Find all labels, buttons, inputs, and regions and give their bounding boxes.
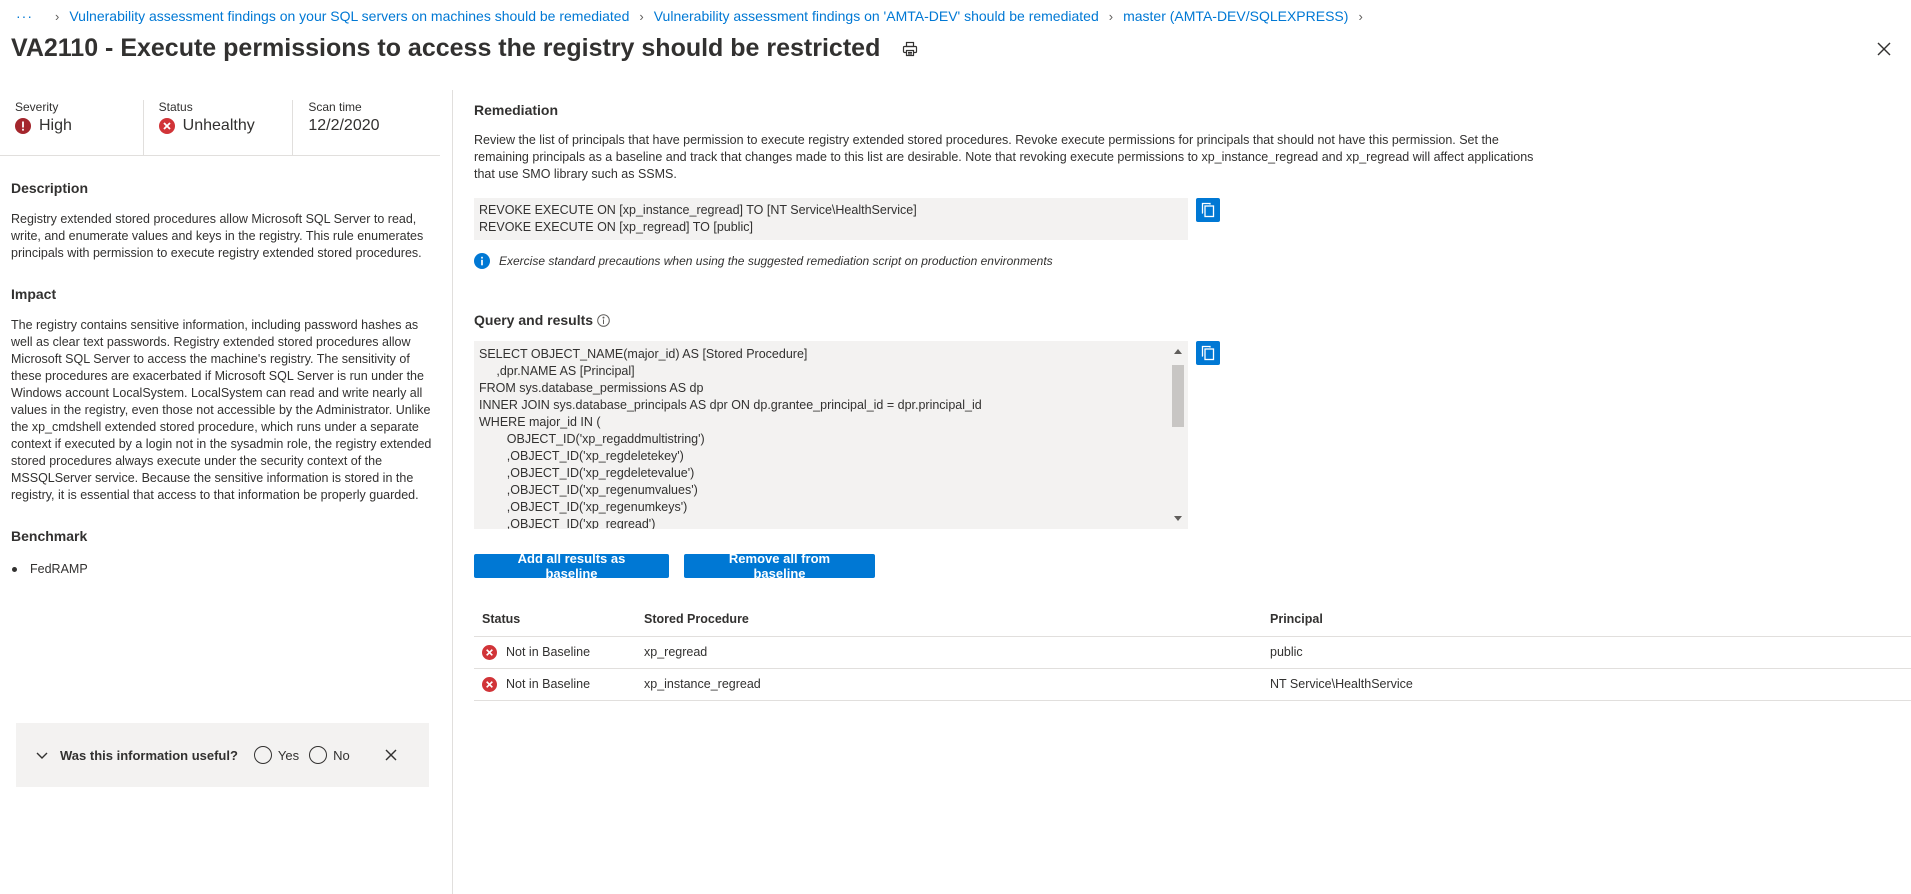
description-text: Registry extended stored procedures allo…	[11, 212, 424, 260]
scroll-up-icon[interactable]	[1174, 349, 1182, 354]
scan-time-value: 12/2/2020	[308, 117, 380, 134]
stored-procedure-cell: xp_regread	[644, 636, 1270, 669]
stored-procedure-cell: xp_instance_regread	[644, 668, 1270, 701]
column-header-stored-procedure[interactable]: Stored Procedure	[644, 602, 1270, 637]
info-icon	[474, 253, 490, 269]
table-header-row: Status Stored Procedure Principal	[474, 602, 1911, 637]
status-cell: Not in Baseline	[474, 636, 644, 669]
caution-note: Exercise standard precautions when using…	[474, 253, 1911, 269]
script-line: REVOKE EXECUTE ON [xp_regread] TO [publi…	[479, 220, 753, 234]
script-line: REVOKE EXECUTE ON [xp_instance_regread] …	[479, 203, 917, 217]
feedback-bar: Was this information useful? Yes No	[16, 723, 429, 787]
scan-time-summary: Scan time 12/2/2020	[292, 100, 440, 155]
info-icon[interactable]	[597, 313, 610, 327]
remediation-heading: Remediation	[474, 102, 559, 118]
query-row: SELECT OBJECT_NAME(major_id) AS [Stored …	[474, 341, 1911, 529]
title-row: VA2110 - Execute permissions to access t…	[11, 34, 918, 63]
close-icon[interactable]	[1873, 38, 1895, 60]
feedback-no-label[interactable]: No	[333, 748, 350, 763]
query-code-box[interactable]: SELECT OBJECT_NAME(major_id) AS [Stored …	[474, 341, 1188, 529]
benchmark-heading: Benchmark	[11, 528, 88, 544]
chevron-right-icon: ›	[1108, 8, 1114, 24]
impact-text: The registry contains sensitive informat…	[11, 318, 432, 502]
query-code: SELECT OBJECT_NAME(major_id) AS [Stored …	[479, 347, 982, 529]
severity-value-row: High	[15, 117, 143, 135]
copy-query-button[interactable]	[1196, 341, 1220, 365]
chevron-right-icon: ›	[55, 8, 60, 24]
summary-bar: Severity High Status Unhealthy Scan time…	[0, 90, 440, 156]
error-icon	[482, 644, 497, 660]
chevron-down-icon[interactable]	[36, 748, 48, 763]
add-all-baseline-button[interactable]: Add all results as baseline	[474, 551, 669, 581]
column-header-status[interactable]: Status	[474, 602, 644, 637]
status-summary: Status Unhealthy	[142, 100, 293, 155]
table-row[interactable]: Not in Baseline xp_instance_regread NT S…	[474, 668, 1911, 701]
feedback-no-radio[interactable]	[309, 746, 328, 764]
status-text: Not in Baseline	[506, 677, 591, 691]
table-row[interactable]: Not in Baseline xp_regread public	[474, 636, 1911, 669]
unhealthy-icon	[158, 118, 175, 134]
remove-all-baseline-button[interactable]: Remove all from baseline	[684, 551, 875, 581]
chevron-right-icon: ›	[639, 8, 644, 24]
page-title: VA2110 - Execute permissions to access t…	[11, 34, 881, 62]
status-cell-content: Not in Baseline	[482, 644, 644, 660]
breadcrumb: ··· › Vulnerability assessment findings …	[16, 8, 1373, 24]
query-scrollbar[interactable]	[1172, 345, 1184, 525]
scrollbar-thumb[interactable]	[1172, 365, 1184, 427]
breadcrumb-item-master-database[interactable]: master (AMTA-DEV/SQLEXPRESS)	[1123, 8, 1348, 24]
error-icon	[482, 676, 497, 692]
breadcrumb-more-button[interactable]: ···	[16, 8, 33, 24]
print-icon[interactable]	[902, 41, 918, 57]
breadcrumb-item-vulnerability-findings-amta-dev[interactable]: Vulnerability assessment findings on 'AM…	[654, 8, 1099, 24]
chevron-right-icon: ›	[1358, 8, 1363, 24]
bullet-icon	[12, 566, 17, 572]
benchmark-label: FedRAMP	[30, 562, 88, 576]
description-heading: Description	[11, 180, 89, 196]
feedback-question: Was this information useful?	[60, 747, 238, 763]
status-cell-content: Not in Baseline	[482, 676, 644, 692]
severity-label: Severity	[15, 100, 59, 114]
status-cell: Not in Baseline	[474, 668, 644, 701]
status-label: Status	[158, 100, 193, 114]
feedback-yes-label[interactable]: Yes	[278, 748, 299, 763]
baseline-actions: Add all results as baseline Remove all f…	[474, 551, 1911, 581]
caution-text: Exercise standard precautions when using…	[499, 254, 1053, 268]
results-table: Status Stored Procedure Principal Not in…	[474, 602, 1911, 701]
feedback-yes-radio[interactable]	[253, 746, 272, 764]
copy-script-button[interactable]	[1196, 198, 1220, 222]
column-header-principal[interactable]: Principal	[1270, 602, 1911, 637]
remediation-script-row: REVOKE EXECUTE ON [xp_instance_regread] …	[474, 198, 1911, 240]
principal-cell: NT Service\HealthService	[1270, 668, 1911, 701]
impact-heading: Impact	[11, 286, 57, 302]
breadcrumb-item-vulnerability-findings-sql[interactable]: Vulnerability assessment findings on you…	[69, 8, 629, 24]
principal-cell: public	[1270, 636, 1911, 669]
status-value-row: Unhealthy	[158, 117, 293, 135]
error-icon	[15, 118, 31, 134]
remediation-panel: Remediation Review the list of principal…	[474, 90, 1911, 701]
remediation-text: Review the list of principals that have …	[474, 133, 1534, 181]
remediation-script[interactable]: REVOKE EXECUTE ON [xp_instance_regread] …	[474, 198, 1188, 240]
scan-time-label: Scan time	[308, 100, 362, 114]
status-text: Not in Baseline	[506, 645, 591, 659]
query-heading: Query and results	[474, 312, 594, 328]
scroll-down-icon[interactable]	[1174, 516, 1182, 521]
severity-summary: Severity High	[0, 100, 143, 155]
close-icon[interactable]	[384, 748, 398, 762]
status-value: Unhealthy	[182, 117, 255, 134]
severity-value: High	[39, 117, 72, 134]
benchmark-item: FedRAMP	[11, 562, 452, 576]
query-heading-row: Query and results	[474, 312, 1911, 328]
